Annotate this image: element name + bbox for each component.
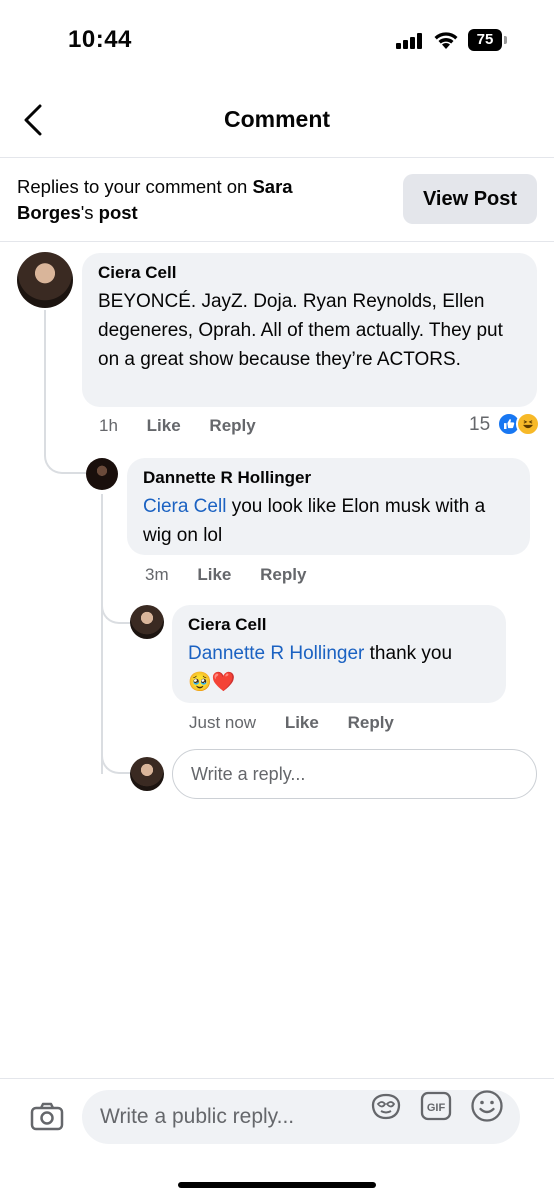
reply-input[interactable]: Write a reply...: [172, 749, 537, 799]
comment-actions: 1h Like Reply: [99, 416, 280, 436]
status-time: 10:44: [68, 26, 132, 53]
comment-text: BEYONCÉ. JayZ. Doja. Ryan Reynolds, Elle…: [98, 291, 503, 370]
mention-link[interactable]: Ciera Cell: [143, 496, 226, 517]
avatar[interactable]: [86, 458, 118, 490]
comment-bubble: Dannette R Hollinger Ciera Cell you look…: [127, 458, 530, 555]
comment-time: Just now: [189, 713, 257, 732]
thread-line: [101, 494, 103, 774]
battery-level: 75: [468, 29, 502, 51]
reply-button[interactable]: Reply: [260, 565, 306, 584]
reply-button[interactable]: Reply: [209, 416, 255, 435]
comment-author[interactable]: Ciera Cell: [98, 263, 521, 283]
comment-bubble: Ciera Cell BEYONCÉ. JayZ. Doja. Ryan Rey…: [82, 253, 537, 407]
comment-time: 1h: [99, 416, 118, 435]
comment-author[interactable]: Ciera Cell: [188, 615, 490, 635]
battery-icon: 75: [468, 29, 508, 51]
comment-text: Ciera Cell you look like Elon musk with …: [143, 492, 514, 550]
mention-link[interactable]: Dannette R Hollinger: [188, 643, 364, 664]
camera-icon[interactable]: [30, 1101, 64, 1131]
context-prefix: Replies to your comment on: [17, 176, 253, 197]
context-text: Replies to your comment on Sara Borges's…: [17, 174, 357, 226]
svg-text:GIF: GIF: [427, 1102, 446, 1114]
thread-connector: [101, 590, 131, 624]
reply-button[interactable]: Reply: [348, 713, 394, 732]
thread-connector: [101, 740, 131, 774]
sticker-icon[interactable]: [370, 1091, 402, 1121]
haha-reaction-icon: [516, 412, 540, 436]
post-word[interactable]: post: [99, 202, 138, 223]
public-reply-input[interactable]: Write a public reply...: [82, 1090, 520, 1144]
public-reply-placeholder: Write a public reply...: [100, 1105, 295, 1128]
reaction-count: 15: [469, 414, 491, 435]
comment-body: thank you: [364, 643, 453, 664]
comment-actions: 3m Like Reply: [145, 565, 330, 585]
comment-bubble: Ciera Cell Dannette R Hollinger thank yo…: [172, 605, 506, 703]
thread-connector: [44, 430, 86, 474]
thread-line: [44, 310, 46, 448]
page-title: Comment: [223, 106, 331, 132]
context-bar: Replies to your comment on Sara Borges's…: [0, 158, 554, 242]
cellular-signal-icon: [396, 33, 424, 49]
emoji-text: 🥹❤️: [188, 672, 236, 693]
comment-time: 3m: [145, 565, 169, 584]
avatar: [130, 757, 164, 791]
wifi-icon: [434, 32, 458, 49]
like-button[interactable]: Like: [285, 713, 319, 732]
nav-bar: Comment: [0, 80, 554, 158]
context-possessive: 's: [80, 202, 99, 223]
home-indicator: [178, 1182, 376, 1188]
avatar[interactable]: [130, 605, 164, 639]
avatar[interactable]: [17, 252, 73, 308]
emoji-icon[interactable]: [470, 1089, 504, 1123]
like-button[interactable]: Like: [147, 416, 181, 435]
gif-icon[interactable]: GIF: [420, 1091, 452, 1121]
view-post-button[interactable]: View Post: [403, 174, 537, 224]
comment-text: Dannette R Hollinger thank you 🥹❤️: [188, 639, 490, 697]
comment-actions: Just now Like Reply: [189, 713, 418, 733]
comment-author[interactable]: Dannette R Hollinger: [143, 468, 514, 488]
status-bar: 10:44 75: [0, 0, 554, 80]
like-button[interactable]: Like: [197, 565, 231, 584]
